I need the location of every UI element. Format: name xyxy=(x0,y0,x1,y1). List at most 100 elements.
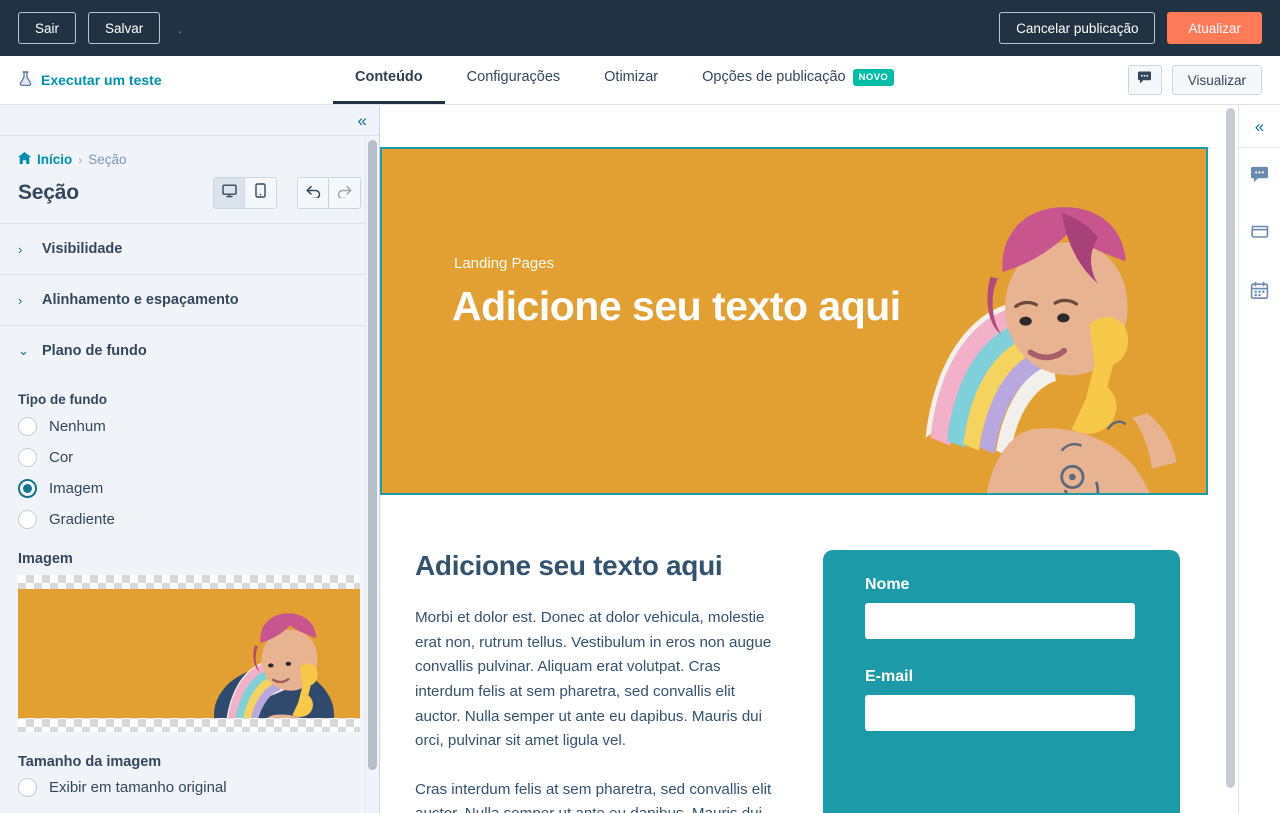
accordion-alinhamento[interactable]: › Alinhamento e espaçamento xyxy=(0,274,379,325)
tab-opcoes-de-publicacao-label: Opções de publicação xyxy=(702,69,846,85)
hero-photo xyxy=(861,149,1206,493)
right-rail-comments-button[interactable] xyxy=(1239,148,1280,206)
chevron-double-left-icon: « xyxy=(1254,116,1265,136)
content-paragraph-1: Morbi et dolor est. Donec at dolor vehic… xyxy=(415,609,772,750)
run-test-button[interactable]: Executar um teste xyxy=(0,56,162,104)
chevron-double-left-icon[interactable]: « xyxy=(358,112,367,129)
radio-option-gradiente[interactable]: Gradiente xyxy=(18,510,361,529)
background-panel: Tipo de fundo Nenhum Cor Imagem Gradient… xyxy=(0,392,379,813)
radio-option-imagem[interactable]: Imagem xyxy=(18,479,361,498)
form-name-label: Nome xyxy=(865,576,910,593)
hero-section[interactable]: Landing Pages Adicione seu texto aqui xyxy=(380,147,1208,495)
tab-otimizar[interactable]: Otimizar xyxy=(582,56,680,104)
image-thumbnail-photo xyxy=(18,589,360,718)
breadcrumb-separator: › xyxy=(78,152,83,167)
radio-image-size-icon xyxy=(18,778,37,797)
comment-icon xyxy=(1137,71,1152,90)
top-bar: Sair Salvar . Cancelar publicação Atuali… xyxy=(0,0,1280,56)
accordion-plano-de-fundo-label: Plano de fundo xyxy=(42,343,147,359)
tab-configuracoes[interactable]: Configurações xyxy=(445,56,583,104)
radio-cor-icon xyxy=(18,448,37,467)
radio-imagem-icon xyxy=(18,479,37,498)
radio-image-size-label: Exibir em tamanho original xyxy=(49,779,227,796)
image-size-label: Tamanho da imagem xyxy=(18,754,162,770)
mobile-icon xyxy=(255,183,266,203)
accordion-alinhamento-label: Alinhamento e espaçamento xyxy=(42,292,239,308)
status-dot: . xyxy=(178,20,183,36)
chevron-down-icon: ⌄ xyxy=(18,343,29,358)
comment-icon xyxy=(1250,166,1269,189)
radio-option-cor[interactable]: Cor xyxy=(18,448,361,467)
text-column[interactable]: Adicione seu texto aqui Morbi et dolor e… xyxy=(415,550,775,813)
left-sidebar: « Início › Seção Seção › Visibilidade › … xyxy=(0,105,380,813)
content-paragraph-2: Cras interdum felis at sem pharetra, sed… xyxy=(415,780,772,813)
update-button[interactable]: Atualizar xyxy=(1167,12,1262,44)
card-icon xyxy=(1250,224,1270,246)
editor-app: Sair Salvar . Cancelar publicação Atuali… xyxy=(0,0,1280,813)
radio-nenhum-icon xyxy=(18,417,37,436)
sidebar-scrollbar-thumb[interactable] xyxy=(368,140,377,770)
flask-icon xyxy=(18,70,33,90)
accordion-visibilidade[interactable]: › Visibilidade xyxy=(0,223,379,274)
right-rail-collapse-button[interactable]: « xyxy=(1239,105,1280,148)
tab-opcoes-de-publicacao[interactable]: Opções de publicação NOVO xyxy=(680,56,916,104)
form-email-label: E-mail xyxy=(865,668,914,685)
radio-cor-label: Cor xyxy=(49,449,74,466)
redo-button[interactable] xyxy=(329,178,360,208)
comments-button[interactable] xyxy=(1127,65,1162,95)
sidebar-scroll-area: Início › Seção Seção › Visibilidade › Al… xyxy=(0,136,379,813)
tab-conteudo-label: Conteúdo xyxy=(355,69,423,85)
radio-option-image-size[interactable]: Exibir em tamanho original xyxy=(18,778,361,797)
exit-button[interactable]: Sair xyxy=(18,12,77,44)
radio-option-nenhum[interactable]: Nenhum xyxy=(18,417,361,436)
preview-button[interactable]: Visualizar xyxy=(1171,65,1262,95)
radio-nenhum-label: Nenhum xyxy=(49,418,106,435)
nav-bar: Executar um teste Conteúdo Configurações… xyxy=(0,56,1280,105)
history-group xyxy=(297,177,361,209)
breadcrumb: Início › Seção xyxy=(0,136,379,167)
right-rail-calendar-button[interactable] xyxy=(1239,264,1280,322)
accordion-plano-de-fundo[interactable]: ⌄ Plano de fundo xyxy=(0,325,379,376)
canvas-scrollbar-thumb[interactable] xyxy=(1226,108,1235,788)
sidebar-collapse-bar: « xyxy=(0,105,379,136)
right-rail-card-button[interactable] xyxy=(1239,206,1280,264)
tab-conteudo[interactable]: Conteúdo xyxy=(333,56,445,104)
top-bar-left-actions: Sair Salvar . xyxy=(18,12,182,44)
nav-right-actions: Visualizar xyxy=(1127,56,1280,104)
cancel-publish-button[interactable]: Cancelar publicação xyxy=(999,12,1156,44)
chevron-right-icon: › xyxy=(18,241,23,257)
radio-gradiente-icon xyxy=(18,510,37,529)
form-name-input[interactable] xyxy=(865,603,1135,639)
breadcrumb-home-label: Início xyxy=(37,152,73,167)
form-email-input[interactable] xyxy=(865,695,1135,731)
mobile-view-button[interactable] xyxy=(245,178,276,208)
signup-form[interactable]: Nome E-mail xyxy=(823,550,1180,813)
canvas-scrollbar-track[interactable] xyxy=(1222,105,1238,813)
run-test-label: Executar um teste xyxy=(41,72,162,88)
nav-tabs: Conteúdo Configurações Otimizar Opções d… xyxy=(333,56,916,104)
chevron-right-icon: › xyxy=(18,292,23,308)
undo-button[interactable] xyxy=(298,178,329,208)
radio-imagem-label: Imagem xyxy=(49,480,104,497)
accordion-visibilidade-label: Visibilidade xyxy=(42,241,123,257)
device-toggle-group xyxy=(213,177,277,209)
calendar-icon xyxy=(1250,281,1269,305)
right-rail: « xyxy=(1238,105,1280,813)
save-button[interactable]: Salvar xyxy=(88,12,161,44)
page-title: Seção xyxy=(18,181,79,204)
top-bar-right-actions: Cancelar publicação Atualizar xyxy=(999,12,1262,44)
radio-gradiente-label: Gradiente xyxy=(49,511,115,528)
canvas-inner: Landing Pages Adicione seu texto aqui Ad… xyxy=(380,105,1238,813)
desktop-view-button[interactable] xyxy=(214,178,245,208)
background-type-label: Tipo de fundo xyxy=(18,392,107,407)
breadcrumb-home-link[interactable]: Início xyxy=(18,152,72,167)
redo-icon xyxy=(336,184,353,203)
page-canvas: Landing Pages Adicione seu texto aqui Ad… xyxy=(380,105,1238,813)
tab-otimizar-label: Otimizar xyxy=(604,69,659,85)
editor-body: « Início › Seção Seção › Visibilidade › … xyxy=(0,105,1280,813)
undo-icon xyxy=(305,184,322,203)
sidebar-tools xyxy=(213,177,361,209)
image-thumbnail[interactable] xyxy=(18,575,360,732)
sidebar-title-row: Seção xyxy=(0,167,379,223)
sidebar-scrollbar-track[interactable] xyxy=(365,136,379,813)
